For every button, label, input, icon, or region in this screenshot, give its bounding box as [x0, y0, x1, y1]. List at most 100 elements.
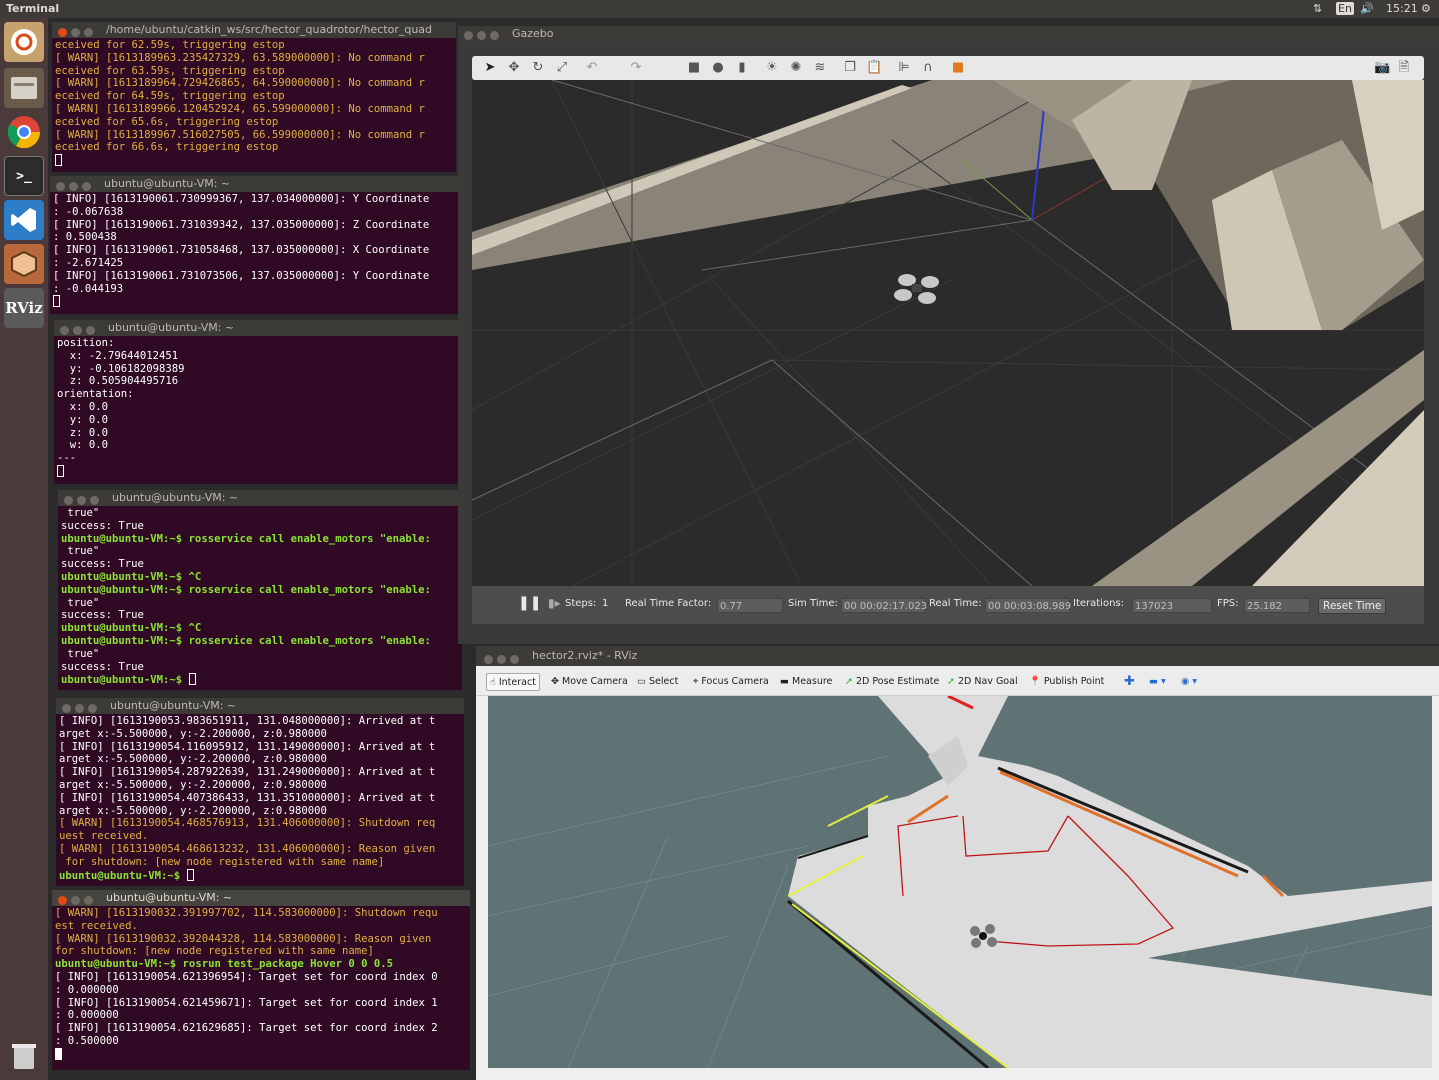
- chrome-icon[interactable]: [4, 112, 44, 152]
- cylinder-shape-icon[interactable]: ▮: [734, 60, 750, 76]
- volume-icon[interactable]: 🔊: [1360, 2, 1374, 15]
- paste-icon[interactable]: 📋: [866, 60, 882, 76]
- directional-light-icon[interactable]: ≋: [812, 60, 828, 76]
- title-bar[interactable]: Gazebo: [458, 26, 1439, 42]
- rotate-mode-icon[interactable]: ↻: [530, 60, 546, 76]
- terminal-window-enable-motors[interactable]: ubuntu@ubuntu-VM: ~ true" success: True …: [58, 490, 462, 690]
- warn-line: [ WARN] [1613190054.468613232, 131.40600…: [59, 842, 436, 855]
- box-shape-icon[interactable]: ■: [686, 60, 702, 76]
- title-bar[interactable]: ubuntu@ubuntu-VM: ~: [56, 698, 464, 714]
- minimize-button[interactable]: [73, 326, 82, 335]
- maximize-button[interactable]: [82, 182, 91, 191]
- output-line: eceived for 66.6s, triggering estop: [55, 141, 279, 154]
- keyboard-layout[interactable]: En: [1336, 2, 1354, 15]
- clock[interactable]: 15:21: [1386, 2, 1418, 15]
- close-button[interactable]: [464, 31, 473, 40]
- terminal-window-gazebo-log[interactable]: /home/ubuntu/catkin_ws/src/hector_quadro…: [52, 22, 456, 172]
- title-bar[interactable]: ubuntu@ubuntu-VM: ~: [54, 320, 464, 336]
- window-title: ubuntu@ubuntu-VM: ~: [108, 321, 235, 334]
- title-bar[interactable]: hector2.rviz* - RViz: [476, 646, 1439, 666]
- minimize-button[interactable]: [75, 704, 84, 713]
- redo-icon[interactable]: ↷: [628, 60, 644, 76]
- point-light-icon[interactable]: ☀: [764, 60, 780, 76]
- close-button[interactable]: [56, 182, 65, 191]
- rviz-window[interactable]: hector2.rviz* - RViz ☝ Interact ✥ Move C…: [476, 646, 1439, 1080]
- snap-icon[interactable]: ∩: [920, 60, 936, 76]
- align-icon[interactable]: ⊫: [896, 60, 912, 76]
- minimize-button[interactable]: [477, 31, 486, 40]
- maximize-button[interactable]: [84, 28, 93, 37]
- output-line: : 0.500000: [55, 1034, 119, 1047]
- files-icon[interactable]: [4, 68, 44, 108]
- close-button[interactable]: [62, 704, 71, 713]
- nav-goal-tool[interactable]: ➚ 2D Nav Goal: [944, 673, 1021, 691]
- close-button[interactable]: [484, 655, 493, 664]
- title-bar[interactable]: ubuntu@ubuntu-VM: ~: [58, 490, 462, 506]
- pause-icon[interactable]: ❚❚: [518, 595, 541, 611]
- minimize-button[interactable]: [77, 496, 86, 505]
- select-mode-icon[interactable]: ➤: [482, 60, 498, 76]
- remove-tool-icon[interactable]: ▬ ▾: [1146, 673, 1169, 691]
- virtualbox-icon[interactable]: [4, 244, 44, 284]
- spot-light-icon[interactable]: ✺: [788, 60, 804, 76]
- gazebo-window[interactable]: Gazebo ➤ ✥ ↻ ⤢ ↶ ↷ ■ ● ▮ ☀ ✺ ≋ ❐ 📋 ⊫ ∩ ■…: [458, 26, 1439, 644]
- minimize-button[interactable]: [497, 655, 506, 664]
- close-button[interactable]: [64, 496, 73, 505]
- step-icon[interactable]: ▮▸: [548, 596, 561, 610]
- close-button[interactable]: [58, 28, 67, 37]
- steps-value[interactable]: 1: [602, 598, 608, 609]
- terminal-window-hover[interactable]: ubuntu@ubuntu-VM: ~ [ WARN] [1613190032.…: [52, 890, 470, 1070]
- warn-line: [ WARN] [1613190032.392044328, 114.58300…: [55, 932, 432, 945]
- minimize-button[interactable]: [71, 28, 80, 37]
- interact-tool[interactable]: ☝ Interact: [486, 673, 540, 691]
- scale-mode-icon[interactable]: ⤢: [554, 60, 570, 76]
- copy-icon[interactable]: ❐: [842, 60, 858, 76]
- output-line: [ INFO] [1613190061.731073506, 137.03500…: [53, 269, 430, 282]
- close-button[interactable]: [58, 896, 67, 905]
- gear-icon[interactable]: ⚙: [1421, 2, 1431, 15]
- warn-line: [ WARN] [1613190054.468576913, 131.40600…: [59, 817, 436, 830]
- move-camera-tool[interactable]: ✥ Move Camera: [548, 673, 631, 691]
- translate-mode-icon[interactable]: ✥: [506, 60, 522, 76]
- rviz-icon[interactable]: RViz: [4, 288, 44, 328]
- minimize-button[interactable]: [69, 182, 78, 191]
- record-log-icon[interactable]: 🗎: [1396, 60, 1412, 76]
- sphere-shape-icon[interactable]: ●: [710, 60, 726, 76]
- trash-icon[interactable]: [4, 1036, 44, 1076]
- maximize-button[interactable]: [88, 704, 97, 713]
- warn-line: [ WARN] [1613190032.391997702, 114.58300…: [55, 907, 438, 919]
- add-tool-icon[interactable]: ✚: [1121, 673, 1138, 691]
- tool-label: 2D Pose Estimate: [856, 676, 940, 687]
- maximize-button[interactable]: [84, 896, 93, 905]
- output-line: eceived for 64.59s, triggering estop: [55, 90, 285, 103]
- close-button[interactable]: [60, 326, 69, 335]
- maximize-button[interactable]: [510, 655, 519, 664]
- ubuntu-dash-icon[interactable]: [4, 22, 44, 62]
- maximize-button[interactable]: [86, 326, 95, 335]
- screenshot-icon[interactable]: 📷: [1374, 60, 1390, 76]
- network-icon[interactable]: ⇅: [1313, 2, 1322, 15]
- title-bar[interactable]: ubuntu@ubuntu-VM: ~: [50, 176, 458, 192]
- terminal-icon[interactable]: >_: [4, 156, 44, 196]
- vscode-icon[interactable]: [4, 200, 44, 240]
- measure-tool[interactable]: ▬ Measure: [777, 673, 835, 691]
- rviz-3d-view[interactable]: [488, 696, 1432, 1068]
- title-bar[interactable]: ubuntu@ubuntu-VM: ~: [52, 890, 470, 906]
- minimize-button[interactable]: [71, 896, 80, 905]
- select-tool[interactable]: ▭ Select: [634, 673, 681, 691]
- terminal-window-coordinates[interactable]: ubuntu@ubuntu-VM: ~ [ INFO] [1613190061.…: [50, 176, 458, 314]
- gazebo-3d-scene[interactable]: [472, 80, 1424, 586]
- focus-camera-tool[interactable]: ⌖ Focus Camera: [690, 673, 772, 691]
- change-view-icon[interactable]: ■: [950, 60, 966, 76]
- view-options-icon[interactable]: ◉ ▾: [1178, 673, 1200, 691]
- command-line: ubuntu@ubuntu-VM:~$ ^C: [61, 622, 202, 635]
- undo-icon[interactable]: ↶: [584, 60, 600, 76]
- terminal-window-arrival[interactable]: ubuntu@ubuntu-VM: ~ [ INFO] [1613190053.…: [56, 698, 464, 886]
- maximize-button[interactable]: [490, 31, 499, 40]
- maximize-button[interactable]: [90, 496, 99, 505]
- terminal-window-pose[interactable]: ubuntu@ubuntu-VM: ~ position: x: -2.7964…: [54, 320, 464, 484]
- reset-time-button[interactable]: Reset Time: [1318, 598, 1387, 614]
- title-bar[interactable]: /home/ubuntu/catkin_ws/src/hector_quadro…: [52, 22, 456, 38]
- publish-point-tool[interactable]: 📍 Publish Point: [1026, 673, 1107, 691]
- pose-estimate-tool[interactable]: ➚ 2D Pose Estimate: [842, 673, 942, 691]
